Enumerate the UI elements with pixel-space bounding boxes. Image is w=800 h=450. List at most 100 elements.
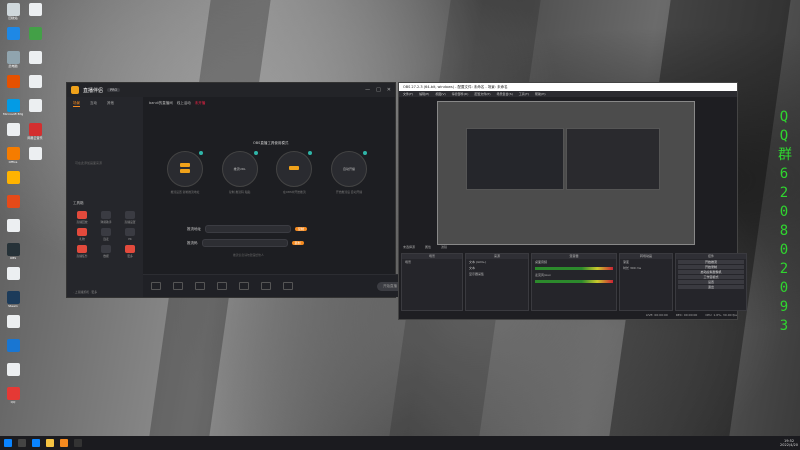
desktop-icon[interactable] [25, 75, 45, 97]
system-tray: 19:52 2022/4/20 [780, 439, 800, 447]
app-badge[interactable]: PRO [107, 88, 121, 92]
side-note: 可在此添加画面来源 [75, 161, 103, 165]
tool-item[interactable]: 直播任务 [71, 245, 93, 258]
desktop-icon[interactable] [3, 219, 23, 241]
flow-steps: 推流设置 复制推流地址 推流URL 复制 推流码 粘贴 在OBS中开始推流 自动开播 开始… [167, 151, 367, 201]
obs-preview[interactable] [437, 101, 695, 245]
start-icon[interactable] [4, 439, 12, 447]
desktop-icon[interactable]: Steam [3, 291, 23, 313]
desktop-icon[interactable] [25, 3, 45, 25]
activity-tag[interactable]: 线上活动 [177, 101, 191, 106]
side-footer[interactable]: · 上直播游戏 · 更多 [73, 290, 97, 294]
close-icon[interactable]: ✕ [387, 87, 391, 93]
obs-menu-item[interactable]: 文件(F) [403, 92, 413, 96]
step-dot [308, 151, 313, 155]
tool-icon-1[interactable] [151, 282, 161, 290]
taskbar-app-icon[interactable] [60, 439, 68, 447]
desktop-icon[interactable] [3, 171, 23, 193]
tool-label: 数据 [103, 254, 109, 258]
app-icon [6, 27, 20, 40]
source-toolbar-item[interactable]: 未选择源 [403, 245, 415, 251]
push-url-field[interactable] [205, 225, 291, 233]
obs-menu-item[interactable]: 编辑(E) [419, 92, 429, 96]
obs-dock: 控件 开始推流 开始录制 启动虚拟摄像机 工作室模式 设置 退出 [675, 253, 747, 311]
source-toolbar-item[interactable]: 滤镜 [441, 245, 447, 251]
desktop-icon[interactable] [3, 339, 23, 361]
obs-menu-item[interactable]: 配置文件(P) [474, 92, 490, 96]
tool-icon [101, 228, 111, 236]
tab-scene[interactable]: 场景 [73, 101, 80, 107]
desktop-icon[interactable]: 回收站 [3, 3, 23, 25]
edge-icon[interactable] [32, 439, 40, 447]
control-button[interactable]: 退出 [678, 285, 744, 289]
step-text: 自动开播 [342, 167, 355, 171]
desktop-icon[interactable]: Microsoft Edge [3, 99, 23, 121]
tool-icon-5[interactable] [239, 282, 249, 290]
desktop-icon[interactable] [25, 147, 45, 169]
control-button[interactable]: 工作室模式 [678, 275, 744, 279]
tool-item[interactable]: 直播回放 [71, 211, 93, 224]
desktop-icon[interactable] [3, 123, 23, 145]
settings-icon[interactable] [283, 282, 293, 290]
dock-list-item[interactable]: 显示器采集 [466, 271, 528, 277]
desktop-icon[interactable] [3, 195, 23, 217]
control-button[interactable]: 启动虚拟摄像机 [678, 270, 744, 274]
push-key-field[interactable] [201, 239, 288, 247]
control-button[interactable]: 开始推流 [678, 260, 744, 264]
maximize-icon[interactable]: □ [376, 87, 381, 93]
clock[interactable]: 19:52 2022/4/20 [780, 439, 798, 447]
obs-menu-item[interactable]: 停靠部件(D) [452, 92, 469, 96]
desktop-icon[interactable] [3, 27, 23, 49]
copy-url-button[interactable]: 复制 [295, 227, 308, 231]
tool-icon-2[interactable] [173, 282, 183, 290]
live-companion-window: 直播伴侣 PRO — □ ✕ 场景 互动 其他 可在此添加画面来源 工具箱 直播… [66, 82, 411, 298]
search-icon[interactable] [18, 439, 26, 447]
desktop-icon[interactable] [3, 75, 23, 97]
tool-icon-4[interactable] [217, 282, 227, 290]
dock-list-item[interactable]: 时长 300 ms [620, 265, 672, 271]
desktop-icon[interactable] [3, 363, 23, 385]
source-toolbar-item[interactable]: 属性 [425, 245, 431, 251]
desktop-icon[interactable]: 此电脑 [3, 51, 23, 73]
control-button[interactable]: 开始录制 [678, 265, 744, 269]
desktop-icon[interactable] [25, 99, 45, 121]
copy-key-button[interactable]: 复制 [291, 241, 304, 245]
desktop-icon[interactable] [3, 267, 23, 289]
tool-item[interactable]: 更多 [119, 245, 141, 258]
desktop-icon[interactable] [25, 51, 45, 73]
obs-taskbar-icon[interactable] [74, 439, 82, 447]
desktop-icon[interactable]: 网易云音乐 [25, 123, 45, 145]
app-icon [28, 51, 42, 64]
obs-menu-item[interactable]: 工具(T) [519, 92, 529, 96]
volume-icon[interactable] [261, 282, 271, 290]
tool-item[interactable]: 直播设置 [119, 211, 141, 224]
tab-interact[interactable]: 互动 [90, 101, 97, 107]
dock-list-item[interactable]: 场景 [402, 259, 462, 265]
tool-item[interactable]: PK [119, 228, 141, 241]
tool-item[interactable]: 礼物 [71, 228, 93, 241]
tool-icon-3[interactable] [195, 282, 205, 290]
tool-item[interactable]: 连麦 [95, 228, 117, 241]
app-icon [28, 123, 42, 136]
control-button[interactable]: 设置 [678, 280, 744, 284]
tab-other[interactable]: 其他 [107, 101, 114, 107]
desktop-icon[interactable] [25, 27, 45, 49]
tool-label: 更多 [127, 254, 133, 258]
desktop-icon[interactable]: Office [3, 147, 23, 169]
desktop-icon-label: 网易云音乐 [27, 136, 43, 140]
tool-item[interactable]: 弹幕助手 [95, 211, 117, 224]
tool-item[interactable]: 数据 [95, 245, 117, 258]
explorer-icon[interactable] [46, 439, 54, 447]
tool-icon [77, 228, 87, 236]
app-icon [6, 267, 20, 280]
mixer-label: 麦克风/Aux [535, 273, 551, 277]
tool-label: 连麦 [103, 237, 109, 241]
desktop-icon[interactable]: OBS [3, 243, 23, 265]
preview-obs-capture [566, 128, 660, 190]
desktop-icon[interactable] [3, 315, 23, 337]
desktop-icon[interactable]: QQ [3, 387, 23, 409]
minimize-icon[interactable]: — [365, 87, 370, 93]
obs-menu-item[interactable]: 场景集合(S) [497, 92, 513, 96]
obs-menu-item[interactable]: 帮助(H) [535, 92, 546, 96]
obs-menu-item[interactable]: 视图(V) [435, 92, 445, 96]
